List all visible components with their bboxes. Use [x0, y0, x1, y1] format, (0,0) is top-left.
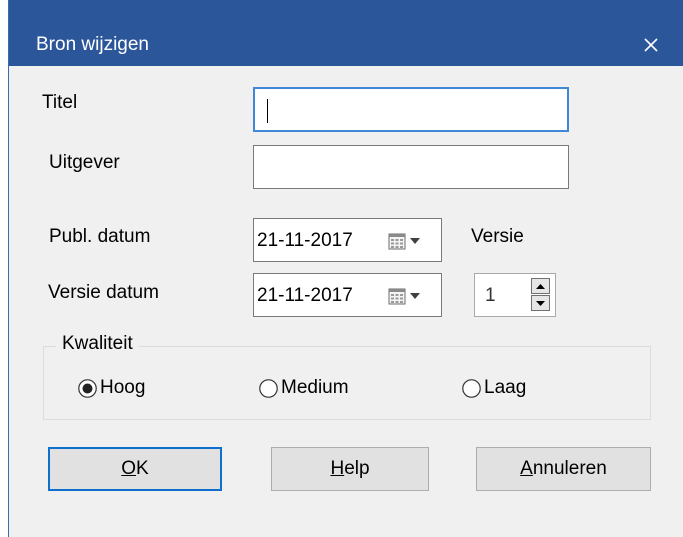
publ-datum-value: 21-11-2017 — [257, 230, 353, 251]
versie-datum-picker[interactable]: 21-11-2017 — [253, 273, 442, 317]
radio-unselected-icon — [462, 378, 481, 398]
titel-label: Titel — [42, 92, 78, 113]
spin-up-button[interactable] — [531, 278, 550, 294]
kwaliteit-label: Kwaliteit — [56, 333, 139, 355]
radio-unselected-icon — [259, 378, 278, 398]
versie-datum-label: Versie datum — [48, 282, 159, 303]
title-bar: Bron wijzigen — [9, 0, 683, 66]
radio-medium[interactable]: Medium — [259, 375, 349, 401]
spinner-buttons — [531, 278, 550, 312]
ok-mnemonic: O — [121, 458, 137, 479]
spin-down-button[interactable] — [531, 295, 550, 311]
radio-medium-label: Medium — [281, 377, 349, 398]
radio-laag-label: Laag — [484, 377, 527, 398]
help-label-rest: elp — [344, 458, 370, 479]
radio-hoog[interactable]: Hoog — [78, 375, 145, 401]
help-mnemonic: H — [330, 458, 345, 479]
versie-label: Versie — [471, 226, 524, 247]
chevron-down-icon[interactable] — [410, 238, 420, 244]
annuleren-button[interactable]: Annuleren — [476, 447, 651, 491]
radio-selected-icon — [78, 378, 97, 398]
uitgever-label: Uitgever — [49, 152, 120, 173]
spin-down-icon — [536, 300, 545, 306]
spin-up-icon — [536, 283, 545, 289]
ok-button[interactable]: OK — [48, 447, 222, 491]
versie-spinner[interactable]: 1 — [474, 273, 556, 317]
uitgever-input[interactable] — [253, 145, 569, 189]
annuleren-label-rest: nnuleren — [532, 458, 607, 479]
chevron-down-icon[interactable] — [410, 293, 420, 299]
radio-hoog-label: Hoog — [100, 377, 146, 398]
publ-datum-label: Publ. datum — [49, 226, 151, 247]
dialog-title: Bron wijzigen — [36, 34, 149, 55]
ok-label-rest: K — [136, 458, 149, 479]
dialog-window: Bron wijzigen Titel Uitgever Publ. datum… — [9, 0, 683, 537]
close-icon — [644, 38, 658, 52]
annuleren-mnemonic: A — [520, 458, 533, 479]
titel-input[interactable] — [253, 87, 569, 132]
radio-laag[interactable]: Laag — [462, 375, 526, 401]
text-caret — [267, 99, 268, 123]
versie-value[interactable]: 1 — [485, 285, 496, 307]
close-button[interactable] — [629, 24, 673, 66]
calendar-icon[interactable] — [388, 232, 406, 250]
versie-datum-value: 21-11-2017 — [257, 285, 353, 306]
calendar-icon[interactable] — [388, 287, 406, 305]
publ-datum-picker[interactable]: 21-11-2017 — [253, 218, 442, 262]
help-button[interactable]: Help — [271, 447, 429, 491]
